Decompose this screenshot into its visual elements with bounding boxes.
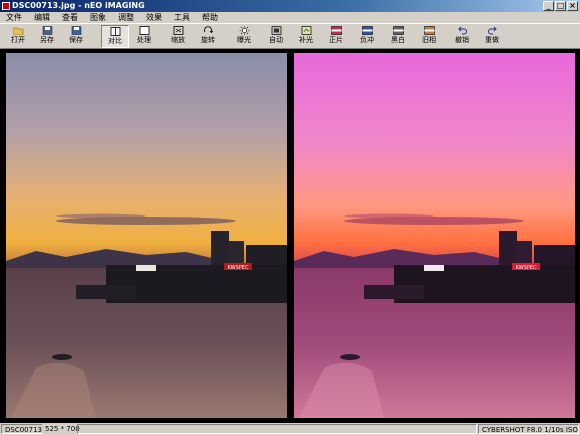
open-button[interactable]: 打开	[4, 25, 32, 48]
redo-icon	[487, 26, 497, 35]
save-as-icon	[42, 26, 52, 35]
compare-icon	[110, 27, 120, 36]
status-exif: CYBERSHOT F8.0 1/10s ISO100	[478, 424, 579, 434]
menu-help[interactable]: 帮助	[196, 12, 224, 23]
compare-button[interactable]: 对比	[101, 25, 129, 48]
auto-button[interactable]: 自动	[262, 25, 290, 48]
menu-tools[interactable]: 工具	[168, 12, 196, 23]
original-photo: KWSPEC	[6, 53, 287, 418]
menu-edit[interactable]: 编辑	[28, 12, 56, 23]
minimize-button[interactable]: _	[543, 1, 554, 11]
toolbar: 打开 另存 保存 对比 处理 缩放 旋转 曝光 自动 补光 正片 负冲 黑白 旧…	[0, 23, 580, 49]
undo-icon	[457, 26, 467, 35]
exposure-icon	[239, 26, 249, 35]
process-button[interactable]: 处理	[130, 25, 158, 48]
fill-light-button[interactable]: 补光	[292, 25, 320, 48]
menu-effects[interactable]: 效果	[140, 12, 168, 23]
save-button[interactable]: 保存	[62, 25, 90, 48]
maximize-button[interactable]: □	[555, 1, 566, 11]
menu-view[interactable]: 查看	[56, 12, 84, 23]
close-button[interactable]: ×	[567, 1, 578, 11]
processed-image-pane[interactable]: KWSPEC	[294, 53, 575, 418]
old-photo-button[interactable]: 旧相	[415, 25, 443, 48]
redo-button[interactable]: 重做	[478, 25, 506, 48]
window-title: DSC00713.jpg - nEO iMAGING	[12, 1, 145, 10]
negative-icon	[361, 26, 373, 35]
neon-sign: KWSPEC	[228, 265, 249, 271]
zoom-icon	[173, 26, 183, 35]
undo-button[interactable]: 撤销	[448, 25, 476, 48]
processed-photo: KWSPEC	[294, 53, 575, 418]
folder-open-icon	[12, 27, 23, 35]
compare-view: KWSPEC KWSPEC	[0, 49, 580, 423]
menu-adjust[interactable]: 调整	[112, 12, 140, 23]
save-icon	[71, 26, 81, 35]
rotate-icon	[203, 26, 213, 34]
zoom-button[interactable]: 缩放	[164, 25, 192, 48]
menu-bar: 文件 编辑 查看 图象 调整 效果 工具 帮助	[0, 12, 580, 23]
film-button[interactable]: 正片	[322, 25, 350, 48]
neon-sign: KWSPEC	[516, 265, 537, 271]
status-bar: DSC00713.jpg 525 * 700 CYBERSHOT F8.0 1/…	[0, 423, 580, 435]
title-bar: DSC00713.jpg - nEO iMAGING _ □ ×	[0, 0, 580, 12]
save-as-button[interactable]: 另存	[33, 25, 61, 48]
process-icon	[139, 26, 149, 35]
menu-image[interactable]: 图象	[84, 12, 112, 23]
exposure-button[interactable]: 曝光	[230, 25, 258, 48]
negative-button[interactable]: 负冲	[353, 25, 381, 48]
status-spacer	[77, 424, 477, 434]
film-icon	[330, 26, 342, 35]
bw-button[interactable]: 黑白	[384, 25, 412, 48]
bw-icon	[392, 26, 404, 35]
original-image-pane[interactable]: KWSPEC	[6, 53, 287, 418]
old-photo-icon	[423, 26, 435, 35]
fill-light-icon	[301, 26, 311, 35]
auto-icon	[271, 26, 281, 35]
rotate-button[interactable]: 旋转	[194, 25, 222, 48]
menu-file[interactable]: 文件	[0, 12, 28, 23]
app-icon	[2, 2, 10, 10]
